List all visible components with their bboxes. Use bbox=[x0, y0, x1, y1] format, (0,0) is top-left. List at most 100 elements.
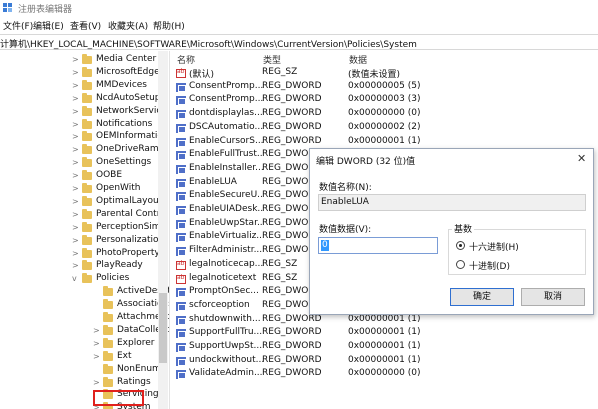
chevron-right-icon[interactable]: > bbox=[72, 210, 80, 219]
chevron-right-icon[interactable]: > bbox=[72, 120, 80, 129]
cancel-button[interactable]: 取消 bbox=[521, 288, 585, 306]
menu-favorites[interactable]: 收藏夹(A) bbox=[108, 19, 148, 32]
menu-file[interactable]: 文件(F) bbox=[3, 19, 33, 32]
chevron-right-icon[interactable]: > bbox=[72, 145, 80, 154]
chevron-right-icon[interactable]: > bbox=[72, 249, 80, 258]
dword-value-icon bbox=[176, 206, 186, 215]
value-type: REG_DWORD bbox=[262, 94, 322, 105]
value-name: scforceoption bbox=[189, 299, 250, 310]
folder-icon bbox=[103, 324, 113, 335]
dword-value-icon bbox=[176, 233, 186, 243]
edit-dword-dialog: 编辑 DWORD (32 位)值 ✕ 数值名称(N): EnableLUA 数值… bbox=[309, 148, 594, 315]
tree-item-label: NcdAutoSetup bbox=[96, 92, 161, 103]
chevron-right-icon[interactable]: > bbox=[72, 261, 80, 270]
address-path[interactable]: 计算机\HKEY_LOCAL_MACHINE\SOFTWARE\Microsof… bbox=[0, 37, 417, 50]
chevron-right-icon[interactable]: > bbox=[72, 171, 80, 180]
tree-item-label: Explorer bbox=[117, 337, 155, 348]
table-row[interactable]: SupportFullTru... REG_DWORD 0x00000001 (1) bbox=[172, 327, 598, 340]
value-name: ValidateAdmin... bbox=[189, 368, 263, 379]
column-header-name[interactable]: 名称 bbox=[177, 53, 195, 66]
chevron-right-icon[interactable]: > bbox=[72, 223, 80, 232]
radio-hexadecimal[interactable]: 十六进制(H) bbox=[456, 240, 586, 253]
dword-value-icon bbox=[176, 192, 186, 202]
radio-selected-icon[interactable] bbox=[456, 241, 465, 250]
radio-decimal-label: 十进制(D) bbox=[469, 262, 510, 272]
column-header-type[interactable]: 类型 bbox=[263, 53, 281, 66]
table-row[interactable]: (默认) REG_SZ (数值未设置) bbox=[172, 67, 598, 80]
chevron-right-icon[interactable]: > bbox=[72, 184, 80, 193]
value-name: EnableUIADesk... bbox=[189, 204, 263, 214]
table-row[interactable]: shutdownwith... REG_DWORD 0x00000001 (1) bbox=[172, 314, 598, 327]
table-row[interactable]: ConsentPromp... REG_DWORD 0x00000005 (5) bbox=[172, 81, 598, 94]
folder-icon bbox=[82, 260, 92, 271]
column-header-data[interactable]: 数据 bbox=[349, 53, 367, 66]
value-data: 0x00000001 (1) bbox=[348, 341, 421, 351]
address-bar[interactable]: 计算机\HKEY_LOCAL_MACHINE\SOFTWARE\Microsof… bbox=[0, 34, 598, 50]
chevron-right-icon[interactable]: > bbox=[93, 378, 101, 387]
menu-view[interactable]: 查看(V) bbox=[70, 19, 101, 32]
chevron-right-icon[interactable]: > bbox=[72, 55, 80, 64]
dword-value-icon bbox=[176, 301, 186, 311]
folder-icon bbox=[82, 221, 92, 232]
menu-edit[interactable]: 编辑(E) bbox=[33, 19, 64, 32]
value-type: REG_DWORD bbox=[262, 80, 322, 91]
tree-scrollbar-thumb[interactable] bbox=[159, 293, 167, 363]
value-name: legalnoticetext bbox=[189, 272, 257, 283]
value-data: 0x00000001 (1) bbox=[348, 354, 421, 365]
folder-icon bbox=[82, 195, 92, 206]
string-value-icon bbox=[176, 274, 186, 284]
tree-scrollbar[interactable] bbox=[158, 51, 168, 409]
folder-icon bbox=[82, 273, 92, 284]
ok-button[interactable]: 确定 bbox=[450, 288, 514, 306]
chevron-right-icon[interactable]: > bbox=[72, 197, 80, 206]
close-icon[interactable]: ✕ bbox=[577, 152, 586, 165]
dword-value-icon bbox=[176, 288, 186, 298]
tree-item-label: OneSettings bbox=[96, 157, 152, 168]
chevron-down-icon[interactable]: v bbox=[72, 274, 80, 283]
value-name: EnableUwpStar... bbox=[189, 217, 263, 228]
chevron-right-icon[interactable]: > bbox=[72, 132, 80, 141]
value-name: (默认) bbox=[189, 70, 215, 80]
table-row[interactable]: ValidateAdmin... REG_DWORD 0x00000000 (0) bbox=[172, 368, 598, 381]
dword-value-icon bbox=[176, 82, 186, 92]
chevron-right-icon[interactable]: > bbox=[72, 81, 80, 90]
value-data-input[interactable]: 0 bbox=[318, 237, 438, 254]
registry-tree[interactable]: > Media Center > MicrosoftEdge > MMDevices > Nc… bbox=[0, 51, 170, 409]
chevron-right-icon[interactable]: > bbox=[72, 94, 80, 103]
table-row[interactable]: dontdisplaylas... REG_DWORD 0x00000000 (0) bbox=[172, 108, 598, 121]
radio-decimal[interactable]: 十进制(D) bbox=[456, 259, 586, 272]
table-row[interactable]: SupportUwpSt... REG_DWORD 0x00000001 (1) bbox=[172, 341, 598, 354]
chevron-right-icon[interactable]: > bbox=[72, 158, 80, 167]
table-row[interactable]: undockwithout... REG_DWORD 0x00000001 (1) bbox=[172, 355, 598, 368]
dword-value-icon bbox=[176, 164, 186, 174]
value-name: PromptOnSec... bbox=[189, 286, 259, 297]
folder-icon bbox=[82, 157, 92, 168]
tree-item-label: PlayReady bbox=[96, 260, 143, 271]
value-type: REG_DWORD bbox=[262, 341, 322, 351]
value-name: EnableCursorS... bbox=[189, 135, 263, 146]
chevron-right-icon[interactable]: > bbox=[72, 236, 80, 245]
folder-icon bbox=[103, 337, 113, 348]
folder-icon bbox=[103, 363, 113, 374]
value-data-text[interactable]: 0 bbox=[321, 240, 329, 251]
value-name: ConsentPromp... bbox=[189, 80, 263, 91]
table-row[interactable]: DSCAutomatio... REG_DWORD 0x00000002 (2) bbox=[172, 122, 598, 135]
value-data: 0x00000000 (0) bbox=[348, 108, 421, 119]
chevron-right-icon[interactable]: > bbox=[93, 326, 101, 335]
menu-help[interactable]: 帮助(H) bbox=[153, 19, 185, 32]
table-row[interactable]: EnableCursorS... REG_DWORD 0x00000001 (1) bbox=[172, 136, 598, 149]
chevron-right-icon[interactable]: > bbox=[93, 352, 101, 361]
tree-item-label: PhotoProperty bbox=[96, 247, 160, 258]
radio-unselected-icon[interactable] bbox=[456, 260, 465, 269]
dialog-title: 编辑 DWORD (32 位)值 bbox=[316, 157, 416, 167]
chevron-right-icon[interactable]: > bbox=[93, 339, 101, 348]
dword-value-icon bbox=[176, 356, 186, 366]
string-value-icon bbox=[176, 68, 186, 78]
value-type: REG_DWORD bbox=[262, 313, 322, 324]
table-row[interactable]: ConsentPromp... REG_DWORD 0x00000003 (3) bbox=[172, 94, 598, 107]
dword-value-icon bbox=[176, 315, 186, 325]
chevron-right-icon[interactable]: > bbox=[72, 68, 80, 77]
dword-value-icon bbox=[176, 370, 186, 380]
registry-editor-icon bbox=[3, 3, 12, 12]
chevron-right-icon[interactable]: > bbox=[72, 107, 80, 116]
